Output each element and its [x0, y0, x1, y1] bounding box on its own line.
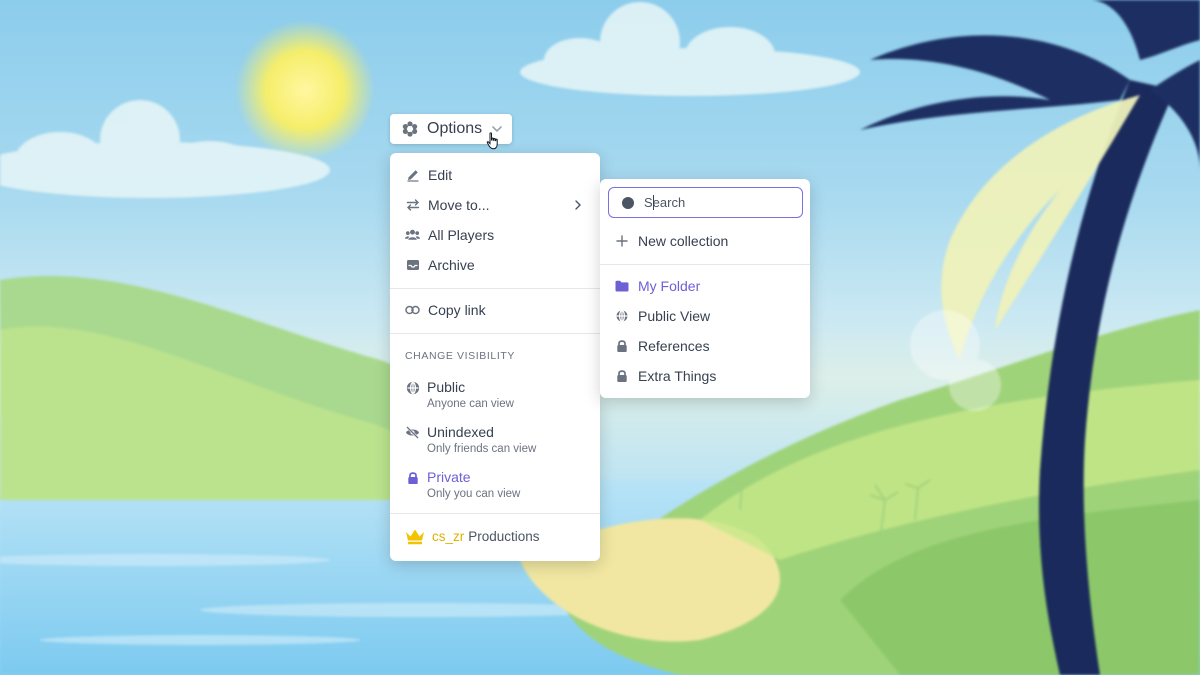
text-caret — [653, 195, 654, 210]
pencil-icon — [405, 168, 420, 183]
visibility-option-unindexed[interactable]: Unindexed Only friends can view — [390, 422, 600, 462]
folder-item-label: Extra Things — [638, 368, 717, 384]
inbox-icon — [405, 258, 420, 273]
visibility-option-private[interactable]: Private Only you can view — [390, 467, 600, 507]
visibility-option-public[interactable]: Public Anyone can view — [390, 377, 600, 417]
options-button-label: Options — [427, 120, 483, 137]
visibility-option-label: Private — [427, 469, 471, 485]
link-icon — [405, 303, 420, 318]
menu-divider — [390, 513, 600, 514]
options-menu: Edit Move to... All Players Archive Copy… — [390, 153, 600, 561]
plus-icon — [615, 234, 629, 248]
crown-icon — [405, 528, 425, 545]
visibility-section-heading: CHANGE VISIBILITY — [405, 350, 515, 362]
folder-item-label: References — [638, 338, 710, 354]
menu-item-label: Archive — [428, 257, 475, 273]
menu-item-copy-link[interactable]: Copy link — [390, 295, 600, 325]
search-icon — [622, 196, 634, 209]
folder-item-label: My Folder — [638, 278, 701, 294]
eye-off-icon — [405, 425, 420, 440]
lock-icon — [615, 339, 629, 353]
menu-item-label: Move to... — [428, 197, 490, 213]
folder-item-references[interactable]: References — [600, 331, 810, 361]
menu-divider — [390, 333, 600, 334]
sun — [235, 20, 375, 160]
folder-item-label: Public View — [638, 308, 711, 324]
visibility-option-label: Public — [427, 379, 466, 395]
menu-divider — [390, 288, 600, 289]
menu-item-label: Copy link — [428, 302, 486, 318]
menu-item-edit[interactable]: Edit — [390, 160, 600, 190]
globe-icon — [405, 380, 420, 395]
folder-item-my-folder[interactable]: My Folder — [600, 271, 810, 301]
lock-icon — [405, 470, 420, 485]
menu-item-all-players[interactable]: All Players — [390, 220, 600, 250]
users-icon — [405, 228, 420, 243]
folder-item-public-view[interactable]: Public View — [600, 301, 810, 331]
lock-icon — [615, 369, 629, 383]
visibility-option-description: Only friends can view — [427, 443, 537, 455]
search-box[interactable] — [608, 187, 803, 218]
folder-icon — [615, 279, 629, 293]
move-to-submenu: New collection My Folder Public View Ref… — [600, 179, 810, 398]
menu-item-archive[interactable]: Archive — [390, 250, 600, 280]
arrows-exchange-icon — [405, 198, 420, 213]
new-collection-label: New collection — [638, 233, 729, 249]
submenu-divider — [600, 264, 810, 265]
menu-item-move-to[interactable]: Move to... — [390, 190, 600, 220]
visibility-option-description: Anyone can view — [427, 398, 514, 410]
new-collection-button[interactable]: New collection — [600, 226, 810, 256]
search-input[interactable] — [644, 195, 784, 210]
gear-icon — [402, 121, 418, 137]
globe-icon — [615, 309, 629, 323]
brand-suffix: Productions — [468, 529, 540, 544]
hand-cursor-icon — [486, 132, 498, 150]
visibility-option-label: Unindexed — [427, 424, 494, 440]
folder-item-extra-things[interactable]: Extra Things — [600, 361, 810, 391]
brand-user: cs_zr — [432, 529, 465, 544]
visibility-option-description: Only you can view — [427, 488, 521, 500]
brand-credit: cs_zr Productions — [405, 528, 540, 545]
menu-item-label: All Players — [428, 227, 495, 243]
menu-item-label: Edit — [428, 167, 453, 183]
chevron-right-icon — [574, 199, 582, 211]
